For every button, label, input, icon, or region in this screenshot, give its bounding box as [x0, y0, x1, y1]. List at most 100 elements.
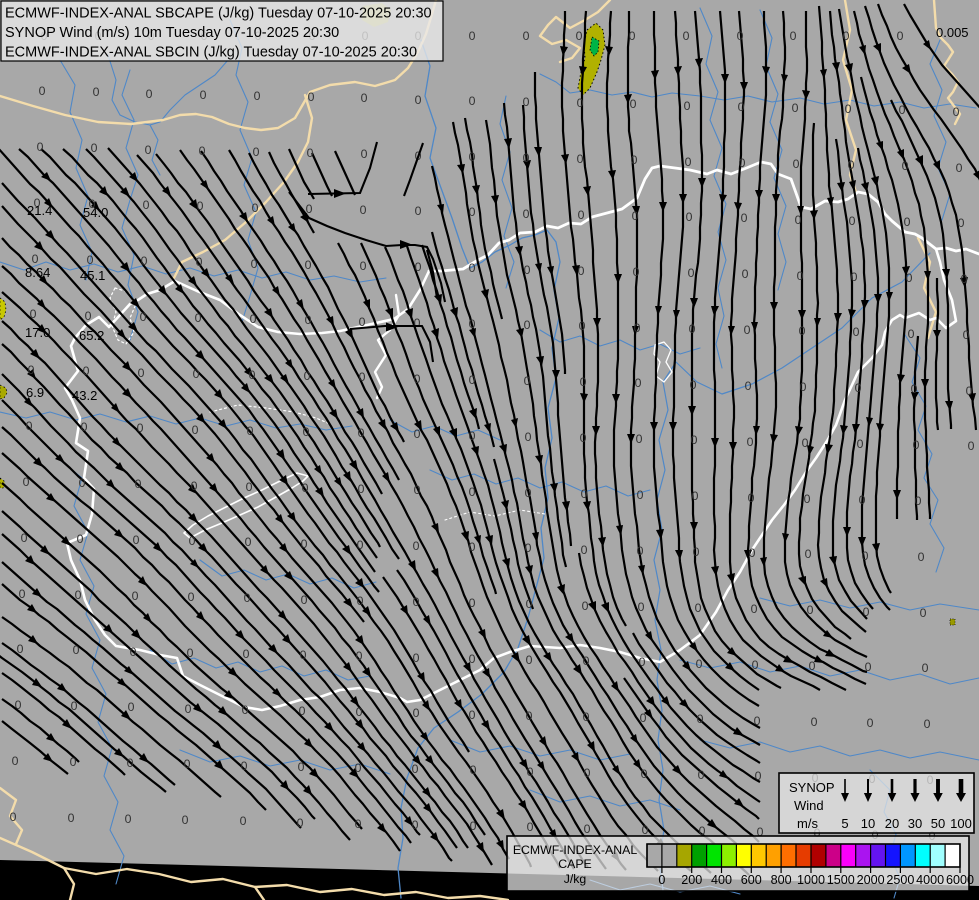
svg-text:0: 0 — [956, 161, 963, 175]
svg-text:m/s: m/s — [797, 816, 818, 831]
svg-text:0: 0 — [578, 208, 585, 222]
svg-text:0: 0 — [968, 439, 975, 453]
svg-text:0: 0 — [196, 255, 203, 269]
svg-text:0: 0 — [413, 595, 420, 609]
svg-text:0: 0 — [193, 367, 200, 381]
svg-text:0: 0 — [70, 755, 77, 769]
svg-text:200: 200 — [681, 873, 702, 887]
svg-text:0: 0 — [799, 324, 806, 338]
svg-text:0: 0 — [145, 143, 152, 157]
svg-text:0: 0 — [412, 762, 419, 776]
svg-text:0: 0 — [32, 252, 39, 266]
svg-text:0: 0 — [632, 209, 639, 223]
svg-text:0: 0 — [851, 270, 858, 284]
svg-text:J/kg: J/kg — [564, 872, 587, 886]
svg-text:8.64: 8.64 — [25, 265, 50, 280]
svg-text:0: 0 — [355, 761, 362, 775]
svg-text:0: 0 — [523, 151, 530, 165]
svg-text:0: 0 — [953, 105, 960, 119]
svg-text:0: 0 — [963, 328, 970, 342]
svg-text:0: 0 — [304, 369, 311, 383]
svg-text:0: 0 — [904, 215, 911, 229]
svg-text:0: 0 — [26, 419, 33, 433]
svg-text:0: 0 — [739, 156, 746, 170]
svg-text:0: 0 — [75, 588, 82, 602]
svg-text:0: 0 — [804, 492, 811, 506]
svg-text:0: 0 — [360, 203, 367, 217]
svg-text:0: 0 — [68, 811, 75, 825]
svg-text:0: 0 — [37, 140, 44, 154]
svg-text:0: 0 — [127, 756, 134, 770]
svg-text:0: 0 — [470, 819, 477, 833]
svg-text:0: 0 — [244, 591, 251, 605]
svg-text:0: 0 — [698, 768, 705, 782]
svg-text:0: 0 — [355, 817, 362, 831]
svg-text:30: 30 — [908, 816, 922, 831]
svg-text:0: 0 — [12, 754, 19, 768]
svg-text:0: 0 — [415, 204, 422, 218]
svg-text:0: 0 — [251, 257, 258, 271]
svg-text:0: 0 — [809, 659, 816, 673]
svg-text:0: 0 — [913, 438, 920, 452]
svg-text:0: 0 — [299, 704, 306, 718]
svg-text:0: 0 — [469, 652, 476, 666]
svg-text:0: 0 — [357, 538, 364, 552]
svg-text:0: 0 — [642, 823, 649, 837]
svg-text:0: 0 — [640, 711, 647, 725]
svg-text:0: 0 — [845, 102, 852, 116]
svg-text:0: 0 — [412, 818, 419, 832]
svg-text:0: 0 — [579, 319, 586, 333]
svg-text:0: 0 — [192, 423, 199, 437]
svg-text:0: 0 — [245, 535, 252, 549]
svg-text:0: 0 — [524, 263, 531, 277]
svg-text:0: 0 — [359, 370, 366, 384]
svg-text:0: 0 — [693, 545, 700, 559]
svg-text:0: 0 — [790, 29, 797, 43]
svg-text:0: 0 — [899, 103, 906, 117]
svg-text:0: 0 — [639, 655, 646, 669]
svg-text:0: 0 — [853, 325, 860, 339]
svg-text:0: 0 — [966, 384, 973, 398]
svg-text:Wind: Wind — [794, 798, 824, 813]
svg-text:0: 0 — [253, 145, 260, 159]
svg-text:0: 0 — [526, 597, 533, 611]
svg-text:0: 0 — [242, 703, 249, 717]
svg-text:0: 0 — [23, 475, 30, 489]
svg-text:0: 0 — [747, 435, 754, 449]
svg-text:0: 0 — [189, 534, 196, 548]
svg-text:0: 0 — [469, 150, 476, 164]
svg-text:0: 0 — [298, 760, 305, 774]
svg-text:0: 0 — [800, 380, 807, 394]
svg-text:0: 0 — [637, 544, 644, 558]
svg-text:0: 0 — [91, 141, 98, 155]
svg-text:0: 0 — [414, 483, 421, 497]
svg-text:0: 0 — [692, 489, 699, 503]
svg-text:0: 0 — [749, 546, 756, 560]
svg-text:0: 0 — [754, 714, 761, 728]
svg-text:0: 0 — [21, 531, 28, 545]
svg-text:10: 10 — [861, 816, 875, 831]
svg-text:0: 0 — [195, 311, 202, 325]
svg-text:0: 0 — [246, 480, 253, 494]
svg-text:0: 0 — [413, 651, 420, 665]
svg-text:0: 0 — [859, 493, 866, 507]
svg-text:0: 0 — [658, 873, 665, 887]
svg-text:0: 0 — [583, 654, 590, 668]
svg-text:0: 0 — [684, 99, 691, 113]
svg-text:0: 0 — [924, 717, 931, 731]
svg-text:0: 0 — [301, 593, 308, 607]
svg-text:0: 0 — [185, 702, 192, 716]
svg-text:0: 0 — [792, 101, 799, 115]
svg-text:0: 0 — [414, 316, 421, 330]
svg-text:0: 0 — [902, 159, 909, 173]
svg-text:20: 20 — [885, 816, 899, 831]
svg-text:0: 0 — [843, 29, 850, 43]
svg-text:0: 0 — [805, 547, 812, 561]
svg-text:6.9: 6.9 — [26, 385, 44, 400]
svg-text:0: 0 — [469, 429, 476, 443]
svg-text:0: 0 — [697, 712, 704, 726]
svg-text:0: 0 — [524, 318, 531, 332]
svg-text:0: 0 — [15, 698, 22, 712]
svg-text:0: 0 — [958, 216, 965, 230]
svg-text:0: 0 — [580, 375, 587, 389]
